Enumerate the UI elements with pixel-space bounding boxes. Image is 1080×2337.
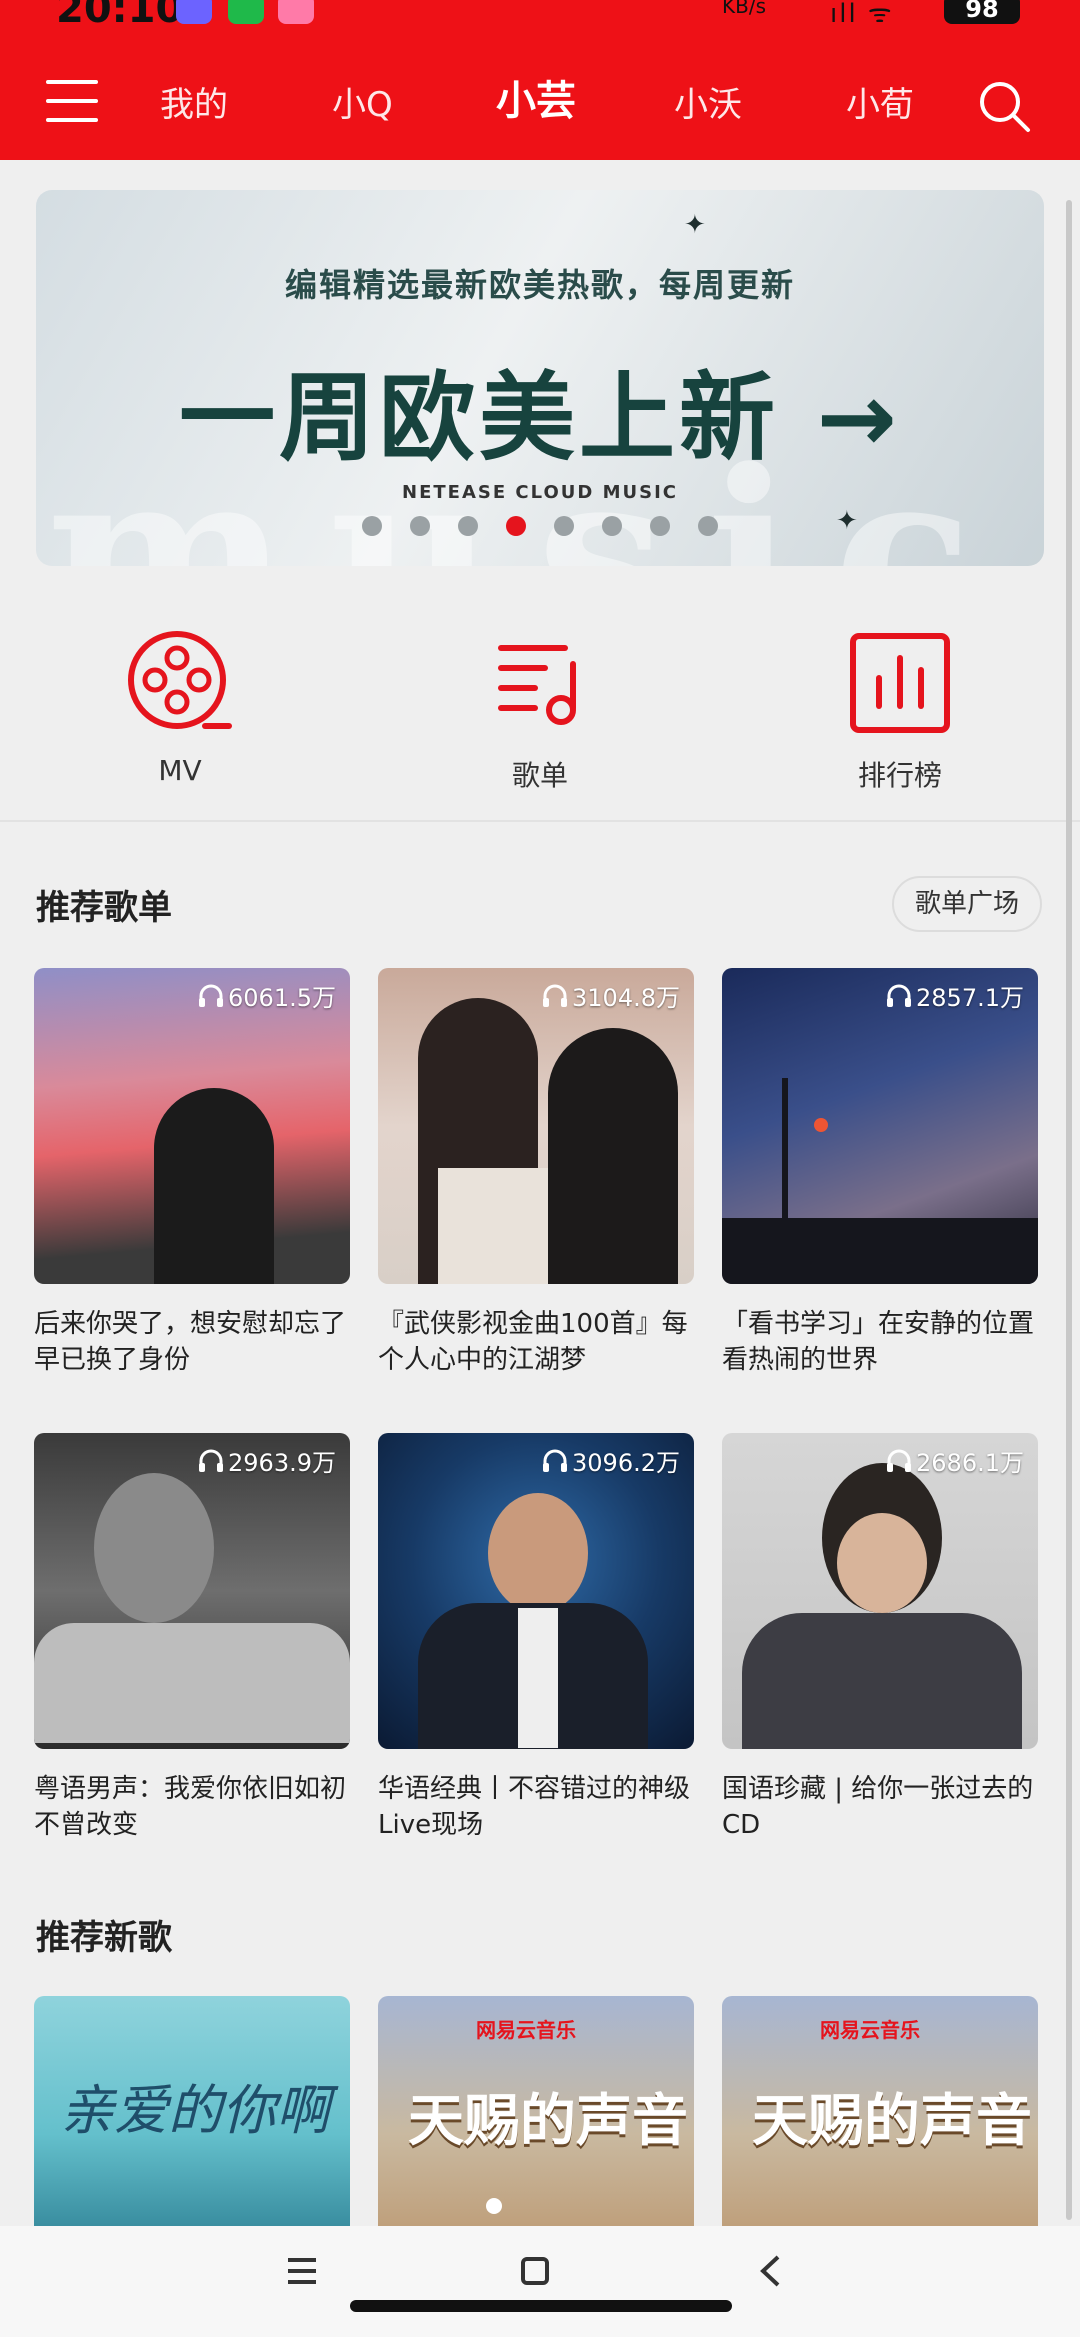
playlist-title: 国语珍藏 | 给你一张过去的CD bbox=[722, 1774, 1034, 1840]
playlist-plaza-button[interactable]: 歌单广场 bbox=[892, 876, 1042, 932]
more-notifications-icon: ··· bbox=[326, 0, 358, 18]
recommended-playlists-title: 推荐歌单 bbox=[36, 888, 172, 928]
song-card[interactable]: 亲爱的你啊 bbox=[34, 1996, 350, 2226]
carousel-dot-active bbox=[506, 516, 526, 536]
chart-entry[interactable]: 排行榜 bbox=[800, 628, 1000, 794]
status-time: 20:10 bbox=[56, 0, 184, 32]
search-icon[interactable] bbox=[976, 78, 1032, 134]
playlist-card[interactable]: 6061.5万 后来你哭了，想安慰却忘了早已换了身份 bbox=[34, 968, 350, 1378]
song-card[interactable]: 网易云音乐 天赐的声音 bbox=[722, 1996, 1038, 2226]
play-count-value: 2963.9万 bbox=[228, 1449, 336, 1477]
playlist-card[interactable]: 2686.1万 国语珍藏 | 给你一张过去的CD bbox=[722, 1433, 1038, 1843]
song-cover-text: 亲爱的你啊 bbox=[60, 2079, 330, 2142]
carousel-dot bbox=[362, 516, 382, 536]
tab-wode[interactable]: 我的 bbox=[160, 82, 228, 128]
battery-level: 98 bbox=[944, 0, 1020, 24]
song-cover: 网易云音乐 天赐的声音 bbox=[378, 1996, 694, 2226]
netease-logo-label: 网易云音乐 bbox=[820, 2018, 920, 2042]
playlist-cover: 6061.5万 bbox=[34, 968, 350, 1284]
headphone-icon bbox=[887, 984, 912, 1007]
wechat-app-icon bbox=[228, 0, 264, 24]
headphone-icon bbox=[199, 984, 224, 1007]
playlist-title: 『武侠影视金曲100首』每个人心中的江湖梦 bbox=[378, 1309, 688, 1375]
playlist-cover: 3104.8万 bbox=[378, 968, 694, 1284]
page-indicator-dot bbox=[486, 2198, 502, 2214]
recent-apps-icon[interactable] bbox=[286, 2256, 318, 2286]
carousel-dot bbox=[554, 516, 574, 536]
play-count: 3104.8万 bbox=[542, 978, 680, 1013]
playlist-cover: 2686.1万 bbox=[722, 1433, 1038, 1749]
play-count: 3096.2万 bbox=[542, 1443, 680, 1478]
playlist-card[interactable]: 2963.9万 粤语男声：我爱你依旧如初不曾改变 bbox=[34, 1433, 350, 1843]
playlist-cover: 3096.2万 bbox=[378, 1433, 694, 1749]
banner-brand: NETEASE CLOUD MUSIC bbox=[402, 482, 678, 503]
menu-icon[interactable] bbox=[46, 80, 98, 126]
chart-icon bbox=[850, 633, 950, 733]
play-count-value: 2857.1万 bbox=[916, 984, 1024, 1012]
home-indicator[interactable] bbox=[350, 2300, 732, 2312]
play-count-value: 6061.5万 bbox=[228, 984, 336, 1012]
song-cover-text: 天赐的声音 bbox=[752, 2089, 1032, 2154]
playlist-label: 歌单 bbox=[511, 759, 568, 792]
scrollbar[interactable] bbox=[1066, 200, 1072, 2220]
playlist-card[interactable]: 2857.1万 「看书学习」在安静的位置看热闹的世界 bbox=[722, 968, 1038, 1378]
home-icon[interactable] bbox=[520, 2256, 550, 2286]
carousel-dot bbox=[650, 516, 670, 536]
play-count: 2857.1万 bbox=[886, 978, 1024, 1013]
playlist-card[interactable]: 3096.2万 华语经典丨不容错过的神级Live现场 bbox=[378, 1433, 694, 1843]
tab-xiaoq[interactable]: 小Q bbox=[332, 82, 393, 128]
headphone-icon bbox=[543, 984, 568, 1007]
playlist-title: 华语经典丨不容错过的神级Live现场 bbox=[378, 1774, 691, 1840]
song-card[interactable]: 网易云音乐 天赐的声音 bbox=[378, 1996, 694, 2226]
banner-carousel[interactable]: music ✦ ✦ 编辑精选最新欧美热歌，每周更新 一周欧美上新 → NETEA… bbox=[36, 190, 1044, 566]
carousel-dot bbox=[602, 516, 622, 536]
mv-entry[interactable]: MV bbox=[80, 628, 280, 787]
playlist-title: 「看书学习」在安静的位置看热闹的世界 bbox=[722, 1309, 1035, 1375]
headphone-icon bbox=[199, 1449, 224, 1472]
headphone-icon bbox=[543, 1449, 568, 1472]
play-count: 2963.9万 bbox=[198, 1443, 336, 1478]
headphone-icon bbox=[887, 1449, 912, 1472]
sparkle-icon: ✦ bbox=[684, 210, 706, 240]
rocket-app-icon bbox=[176, 0, 212, 24]
network-speed: KB/s bbox=[722, 0, 766, 18]
banner-title: 一周欧美上新 → bbox=[179, 362, 901, 474]
song-cover: 亲爱的你啊 bbox=[34, 1996, 350, 2226]
playlist-cover: 2857.1万 bbox=[722, 968, 1038, 1284]
banner-subtitle: 编辑精选最新欧美热歌，每周更新 bbox=[284, 266, 795, 304]
signal-wifi-icon: ıll ᯤ bbox=[830, 0, 894, 29]
playlist-title: 粤语男声：我爱你依旧如初不曾改变 bbox=[34, 1774, 347, 1840]
new-songs-title: 推荐新歌 bbox=[36, 1918, 172, 1958]
status-bar: 20:10 ··· KB/s ıll ᯤ 98 bbox=[0, 0, 1080, 34]
carousel-dot bbox=[698, 516, 718, 536]
film-reel-icon bbox=[128, 631, 232, 729]
play-count-value: 3104.8万 bbox=[572, 984, 680, 1012]
chart-label: 排行榜 bbox=[857, 759, 942, 792]
carousel-indicator bbox=[36, 516, 1044, 536]
carousel-dot bbox=[458, 516, 478, 536]
app-header: 20:10 ··· KB/s ıll ᯤ 98 我的 小Q 小芸 小沃 小荀 bbox=[0, 0, 1080, 160]
carousel-dot bbox=[410, 516, 430, 536]
playlist-cover: 2963.9万 bbox=[34, 1433, 350, 1749]
play-count: 6061.5万 bbox=[198, 978, 336, 1013]
netease-logo-label: 网易云音乐 bbox=[476, 2018, 576, 2042]
play-count: 2686.1万 bbox=[886, 1443, 1024, 1478]
playlist-title: 后来你哭了，想安慰却忘了早已换了身份 bbox=[34, 1309, 347, 1375]
playlist-card[interactable]: 3104.8万 『武侠影视金曲100首』每个人心中的江湖梦 bbox=[378, 968, 694, 1378]
tab-xiaoxun[interactable]: 小荀 bbox=[846, 82, 914, 128]
song-cover: 网易云音乐 天赐的声音 bbox=[722, 1996, 1038, 2226]
playlist-entry[interactable]: 歌单 bbox=[440, 628, 640, 794]
system-nav-bar bbox=[0, 2226, 1080, 2337]
song-cover-text: 天赐的声音 bbox=[408, 2089, 688, 2154]
back-icon[interactable] bbox=[758, 2254, 782, 2288]
play-count-value: 2686.1万 bbox=[916, 1449, 1024, 1477]
tab-xiaoyun[interactable]: 小芸 bbox=[496, 78, 576, 124]
bilibili-app-icon bbox=[278, 0, 314, 24]
tab-xiaowo[interactable]: 小沃 bbox=[674, 82, 742, 128]
mv-label: MV bbox=[158, 754, 202, 787]
play-count-value: 3096.2万 bbox=[572, 1449, 680, 1477]
divider bbox=[0, 820, 1080, 822]
playlist-icon bbox=[498, 645, 576, 725]
